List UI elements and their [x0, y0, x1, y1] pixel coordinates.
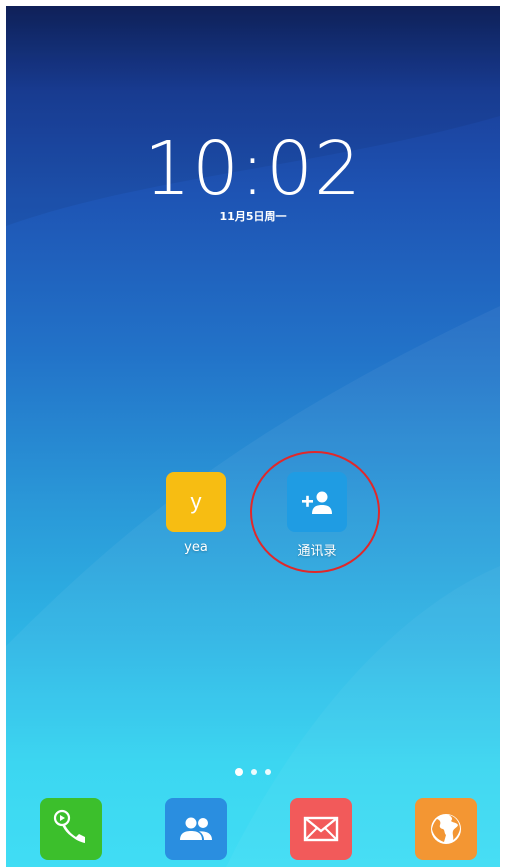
app-yea[interactable]: y yea — [156, 472, 236, 555]
dock-contacts-button[interactable] — [165, 798, 227, 860]
app-yea-label: yea — [184, 540, 208, 555]
phone-icon — [53, 809, 85, 843]
globe-icon — [431, 814, 461, 844]
page-dot[interactable] — [265, 769, 271, 775]
home-screen: 10:02 11月5日周一 y yea 通讯录 — [6, 6, 500, 867]
highlight-circle — [250, 451, 380, 573]
page-indicator — [6, 768, 500, 776]
clock-time: 10:02 — [143, 126, 363, 212]
page-dot[interactable] — [235, 768, 243, 776]
people-icon — [180, 817, 212, 840]
letter-y-icon: y — [166, 472, 226, 532]
app-yea-glyph: y — [190, 489, 202, 514]
clock-date: 11月5日周一 — [219, 210, 287, 223]
device-frame: 10:02 11月5日周一 y yea 通讯录 — [0, 0, 506, 867]
dock-browser-button[interactable] — [415, 798, 477, 860]
dock-phone-button[interactable] — [40, 798, 102, 860]
mail-icon — [303, 816, 339, 842]
page-dot[interactable] — [251, 769, 257, 775]
dock — [6, 798, 500, 867]
dock-mail-button[interactable] — [290, 798, 352, 860]
